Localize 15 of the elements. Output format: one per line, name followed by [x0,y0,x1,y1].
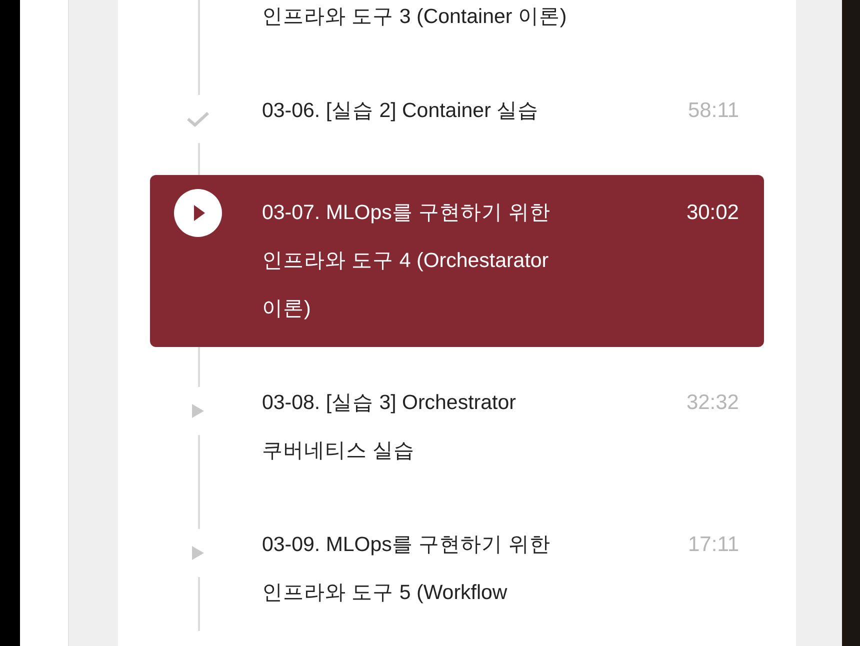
lecture-item[interactable]: 03-06. [실습 2] Container 실습 58:11 [150,73,764,157]
lecture-item[interactable]: 03-09. MLOps를 구현하기 위한 인프라와 도구 5 (Workflow 17:11 [150,507,764,631]
lecture-duration: 58:11 [687,98,739,124]
lecture-title: 03-08. [실습 3] Orchestrator 쿠버네티스 실습 [262,390,517,464]
lecture-item[interactable]: 03-07. MLOps를 구현하기 위한 인프라와 도구 4 (Orchestarator 이론) 30:02 [150,175,764,347]
lecture-title: 03-06. [실습 2] Container 실습 [262,98,540,124]
lecture-duration: 32:32 [685,390,739,416]
lecture-duration: 30:02 [685,200,739,226]
lecture-title: 03-09. MLOps를 구현하기 위한 인프라와 도구 5 (Workflow [262,532,552,606]
lecture-title: 03-07. MLOps를 구현하기 위한 인프라와 도구 4 (Orchestarator 이론) [262,200,552,322]
lecture-item[interactable]: 03-08. [실습 3] Orchestrator 쿠버네티스 실습 32:32 [150,365,764,489]
lecture-duration: 17:11 [687,532,739,558]
lecture-item[interactable]: 인프라와 도구 3 (Container 이론) [150,0,764,55]
play-icon[interactable] [174,189,222,237]
lecture-title: 인프라와 도구 3 (Container 이론) [262,4,568,30]
